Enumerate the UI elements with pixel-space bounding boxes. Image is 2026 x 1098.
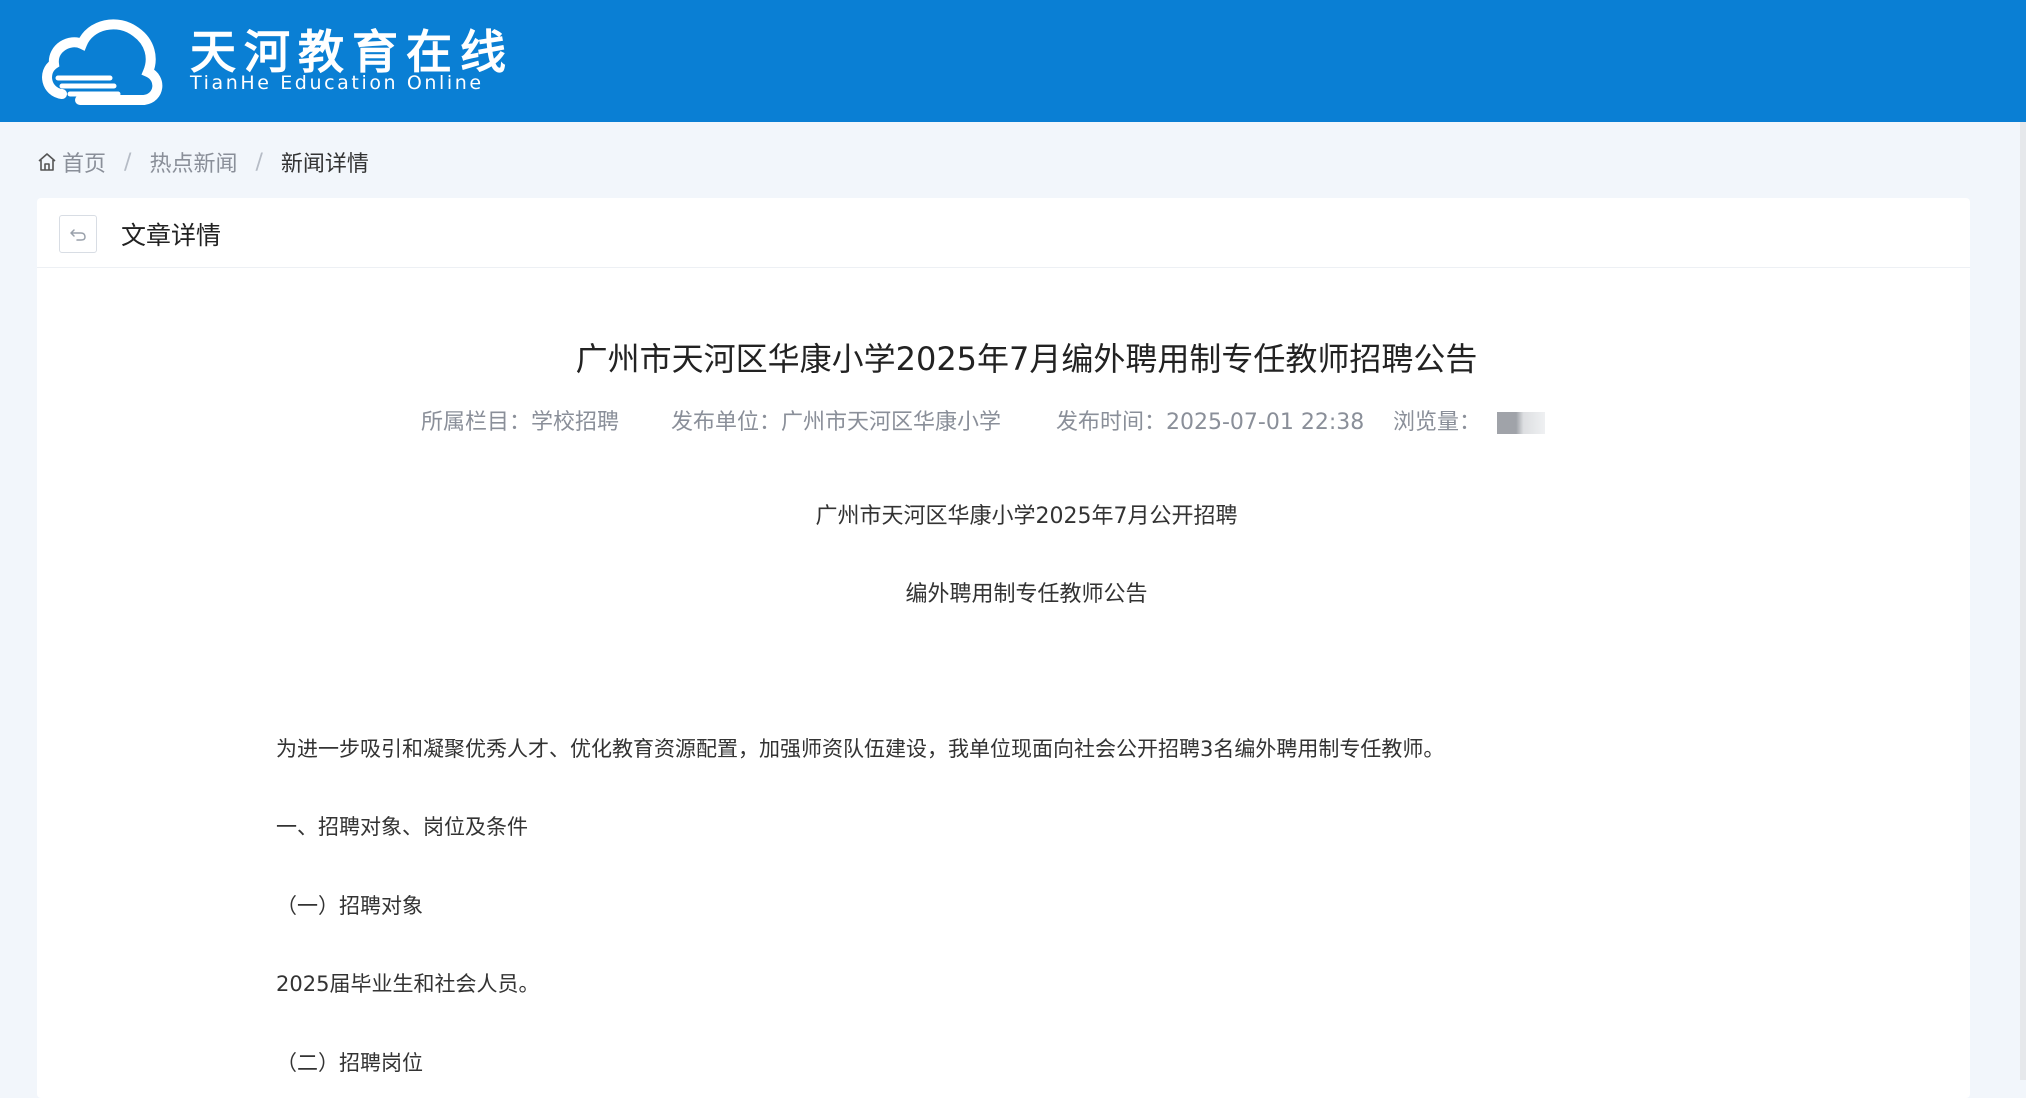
meta-publish-time: 发布时间：2025-07-01 22:38: [1056, 410, 1365, 435]
meta-column: 所属栏目：学校招聘: [421, 410, 620, 435]
article-paragraph: 2025届毕业生和社会人员。: [276, 972, 540, 996]
home-icon[interactable]: [36, 151, 58, 173]
article-paragraph: （二）招聘岗位: [276, 1051, 423, 1075]
article-card: 文章详情 广州市天河区华康小学2025年7月编外聘用制专任教师招聘公告 所属栏目…: [37, 198, 1970, 1098]
back-button[interactable]: [59, 215, 97, 253]
article-meta: 所属栏目：学校招聘 发布单位：广州市天河区华康小学 发布时间：2025-07-0…: [37, 404, 1970, 438]
breadcrumb-hot-news-link[interactable]: 热点新闻: [149, 146, 237, 178]
breadcrumb: 首页 / 热点新闻 / 新闻详情: [36, 146, 369, 178]
article-subtitle-line2: 编外聘用制专任教师公告: [905, 582, 1148, 607]
site-header: 天河教育在线 TianHe Education Online: [0, 0, 2026, 122]
card-title: 文章详情: [121, 221, 222, 250]
meta-publisher: 发布单位：广州市天河区华康小学: [671, 410, 1002, 435]
breadcrumb-current: 新闻详情: [280, 152, 369, 177]
cloud-logo-icon[interactable]: [40, 14, 164, 106]
breadcrumb-separator: /: [255, 149, 263, 175]
article-subtitle-line1: 广州市天河区华康小学2025年7月公开招聘: [815, 504, 1238, 529]
views-count-redacted: [1497, 412, 1545, 434]
breadcrumb-home-link[interactable]: 首页: [62, 146, 106, 178]
site-subtitle: TianHe Education Online: [190, 72, 484, 94]
article-paragraph: 为进一步吸引和凝聚优秀人才、优化教育资源配置，加强师资队伍建设，我单位现面向社会…: [276, 737, 1445, 761]
article-paragraph: 一、招聘对象、岗位及条件: [276, 815, 528, 839]
article-paragraph: （一）招聘对象: [276, 894, 423, 918]
card-header: 文章详情: [37, 198, 1970, 268]
back-arrow-icon: [70, 229, 86, 241]
scrollbar-track[interactable]: [2020, 122, 2026, 1080]
article-title: 广州市天河区华康小学2025年7月编外聘用制专任教师招聘公告: [575, 340, 1478, 378]
breadcrumb-separator: /: [124, 149, 132, 175]
meta-views-label: 浏览量：: [1393, 410, 1482, 435]
